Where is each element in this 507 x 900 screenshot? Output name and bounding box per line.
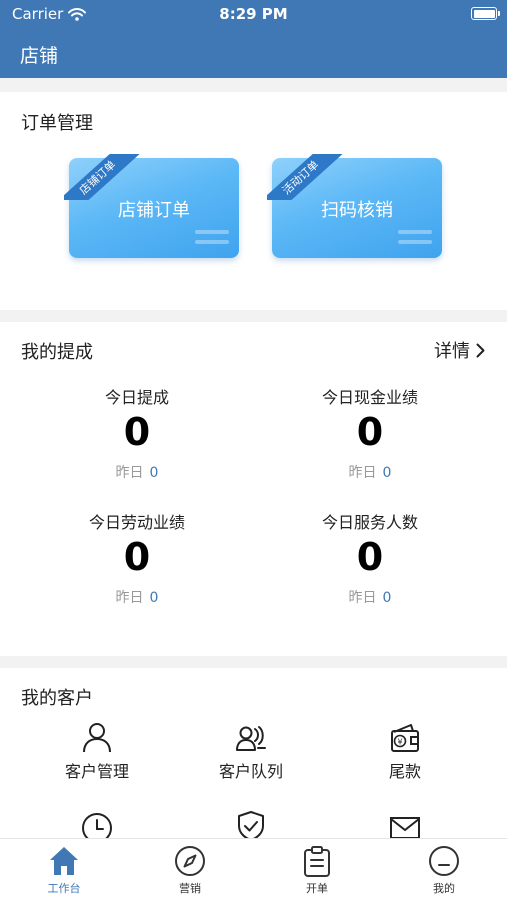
customer-management-button[interactable]: 客户管理 (22, 722, 172, 782)
home-icon (50, 847, 78, 875)
stat-today-commission: 今日提成 0 昨日 0 (37, 384, 237, 482)
ribbon-label: 店铺订单 (64, 154, 141, 200)
order-card-label: 扫码核销 (321, 200, 393, 221)
people-queue-icon (236, 726, 266, 751)
top-bar: Carrier 8:29 PM 店铺 (0, 0, 507, 78)
customer-item-label: 客户队列 (218, 762, 283, 781)
stat-today-labor-performance: 今日劳动业绩 0 昨日 0 (37, 509, 237, 607)
commission-detail-link[interactable]: 详情 (434, 337, 485, 363)
bottom-tab-bar: 工作台 营销 开单 我的 (0, 838, 507, 900)
ribbon-tag: 店铺订单 (64, 154, 142, 200)
yesterday-label: 昨日 (115, 465, 144, 481)
tab-marketing[interactable]: 营销 (150, 845, 230, 896)
tab-workbench[interactable]: 工作台 (24, 845, 104, 896)
customer-queue-button[interactable]: 客户队列 (176, 722, 326, 782)
card-decoration (195, 240, 229, 244)
stat-today-service-count: 今日服务人数 0 昨日 0 (270, 509, 470, 607)
section-title-commission: 我的提成 (21, 342, 93, 363)
yesterday-label: 昨日 (348, 590, 377, 606)
stat-label: 今日服务人数 (321, 513, 418, 532)
person-icon (83, 723, 111, 753)
card-decoration (398, 240, 432, 244)
wallet-icon: ¥ (391, 724, 419, 752)
stat-yesterday: 昨日 0 (270, 462, 470, 482)
yesterday-value: 0 (382, 465, 392, 481)
tab-label: 营销 (179, 882, 201, 895)
stat-label: 今日现金业绩 (321, 388, 418, 407)
customer-item-label: 尾款 (388, 762, 421, 781)
stat-value: 0 (356, 410, 384, 454)
card-decoration (195, 230, 229, 234)
tab-create-order[interactable]: 开单 (277, 845, 357, 896)
ribbon-tag: 活动订单 (267, 154, 345, 200)
yesterday-value: 0 (149, 590, 159, 606)
stat-label: 今日劳动业绩 (88, 513, 185, 532)
section-title-customers: 我的客户 (21, 688, 93, 709)
order-card-label: 店铺订单 (118, 200, 190, 221)
store-orders-button[interactable]: 店铺订单 店铺订单 (64, 154, 239, 258)
stat-value: 0 (123, 535, 151, 579)
status-time: 8:29 PM (219, 5, 288, 23)
yesterday-label: 昨日 (348, 465, 377, 481)
tab-mine[interactable]: 我的 (404, 845, 484, 896)
tab-label: 我的 (433, 882, 455, 895)
yesterday-value: 0 (382, 590, 392, 606)
tab-label: 开单 (306, 882, 328, 895)
detail-label: 详情 (434, 341, 470, 362)
tab-label: 工作台 (47, 882, 81, 895)
stat-value: 0 (356, 535, 384, 579)
stat-yesterday: 昨日 0 (270, 587, 470, 607)
card-decoration (398, 230, 432, 234)
ribbon-label: 活动订单 (267, 154, 344, 200)
stat-yesterday: 昨日 0 (37, 587, 237, 607)
status-bar: Carrier 8:29 PM (0, 0, 507, 28)
svg-text:¥: ¥ (397, 738, 402, 747)
battery-icon (471, 7, 500, 20)
yesterday-label: 昨日 (115, 590, 144, 606)
stat-today-cash-performance: 今日现金业绩 0 昨日 0 (270, 384, 470, 482)
chevron-right-icon (476, 343, 485, 357)
clipboard-icon (304, 846, 330, 877)
stat-yesterday: 昨日 0 (37, 462, 237, 482)
yesterday-value: 0 (149, 465, 159, 481)
balance-payment-button[interactable]: ¥ 尾款 (330, 722, 480, 782)
stat-value: 0 (123, 410, 151, 454)
stat-label: 今日提成 (104, 388, 169, 407)
compass-icon (175, 846, 205, 876)
face-icon (429, 846, 459, 876)
scan-verify-button[interactable]: 活动订单 扫码核销 (267, 154, 442, 258)
section-title-orders: 订单管理 (21, 113, 93, 134)
customer-item-label: 客户管理 (64, 762, 129, 781)
page-title: 店铺 (20, 45, 59, 67)
